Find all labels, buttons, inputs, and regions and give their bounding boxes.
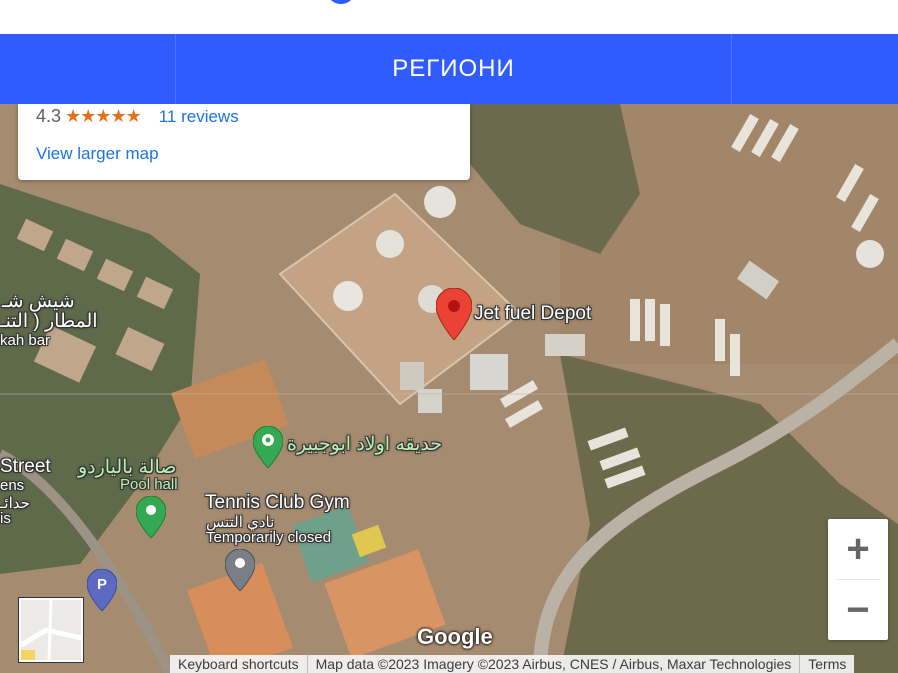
rating-stars-icon: ★★★★★ xyxy=(65,106,142,126)
map-data-attribution: Map data ©2023 Imagery ©2023 Airbus, CNE… xyxy=(308,655,801,673)
nav-item-regions-label: РЕГИОНИ xyxy=(392,55,515,82)
red-location-pin-icon[interactable] xyxy=(436,288,472,340)
place-label-garden[interactable]: حديقه اولاد ابوجبيرة xyxy=(287,433,442,456)
partial-label-ar-2: المطار ( التنـ xyxy=(0,311,98,332)
satellite-imagery xyxy=(0,104,898,673)
map-footer: Keyboard shortcuts Map data ©2023 Imager… xyxy=(170,655,855,673)
rating-row: 4.3 ★★★★★ 11 reviews xyxy=(36,106,239,127)
keyboard-shortcuts-link[interactable]: Keyboard shortcuts xyxy=(170,655,308,673)
partial-label-kah-bar: kah bar xyxy=(0,332,51,349)
zoom-in-button[interactable]: + xyxy=(828,519,888,579)
navigation-bar: РЕГИОНИ xyxy=(0,34,898,104)
map-view[interactable]: 4.3 ★★★★★ 11 reviews View larger map Jet… xyxy=(0,104,898,673)
pool-hall-pin-icon[interactable] xyxy=(136,496,166,538)
logo-arc xyxy=(326,0,356,4)
map-type-toggle[interactable] xyxy=(19,598,83,662)
place-label-jet-fuel-depot[interactable]: Jet fuel Depot xyxy=(474,303,591,325)
reviews-link[interactable]: 11 reviews xyxy=(159,107,239,127)
nav-cell-left[interactable] xyxy=(0,34,176,104)
view-larger-map-link[interactable]: View larger map xyxy=(36,144,159,164)
terms-link[interactable]: Terms xyxy=(800,655,854,673)
zoom-out-button[interactable]: − xyxy=(828,580,888,640)
partial-label-is: is xyxy=(0,510,11,527)
nav-item-regions[interactable]: РЕГИОНИ xyxy=(176,34,732,104)
place-info-card: 4.3 ★★★★★ 11 reviews View larger map xyxy=(18,104,470,180)
place-status-temporarily-closed: Temporarily closed xyxy=(206,529,332,546)
zoom-control: + − xyxy=(828,519,888,640)
place-label-pool-hall[interactable]: Pool hall xyxy=(120,476,178,493)
tennis-club-pin-icon[interactable] xyxy=(225,549,255,591)
svg-text:P: P xyxy=(97,576,107,593)
google-logo: Google xyxy=(417,624,493,649)
top-header-strip xyxy=(0,0,898,34)
map-thumbnail-icon xyxy=(21,600,81,660)
place-label-tennis-club[interactable]: Tennis Club Gym xyxy=(205,492,350,514)
garden-pin-icon[interactable] xyxy=(253,426,283,468)
rating-value: 4.3 xyxy=(36,106,62,126)
nav-cell-right[interactable] xyxy=(732,34,898,104)
parking-pin-icon[interactable]: P xyxy=(87,569,117,611)
partial-label-street: Street xyxy=(0,456,51,477)
partial-label-ens: ens xyxy=(0,477,25,494)
